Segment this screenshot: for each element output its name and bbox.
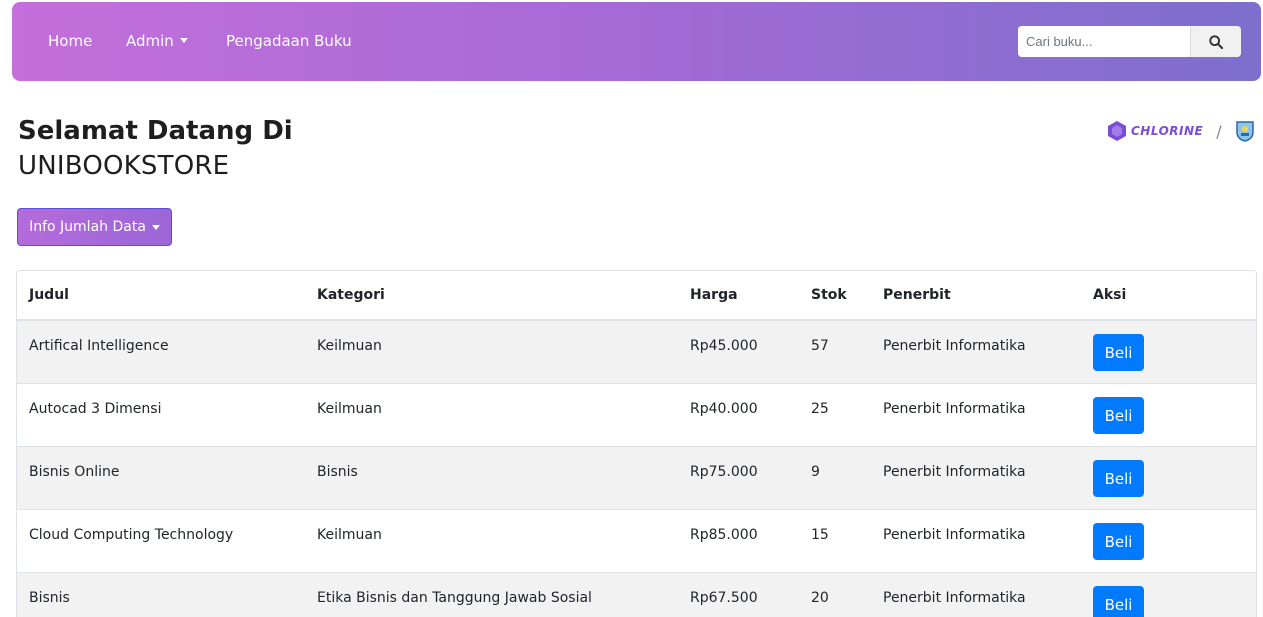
caret-down-icon xyxy=(151,224,160,230)
page-subtitle: UNIBOOKSTORE xyxy=(18,151,230,181)
cell-penerbit: Penerbit Informatika xyxy=(883,527,1026,543)
university-emblem-icon xyxy=(1235,121,1254,142)
search-form xyxy=(1018,26,1241,57)
caret-down-icon xyxy=(179,38,188,43)
beli-button[interactable]: Beli xyxy=(1093,460,1144,497)
page-title: Selamat Datang Di xyxy=(18,116,293,146)
nav-admin-dropdown[interactable]: Admin xyxy=(126,32,188,50)
cell-judul: Cloud Computing Technology xyxy=(29,527,234,543)
table-row: Bisnis Etika Bisnis dan Tanggung Jawab S… xyxy=(17,573,1256,617)
search-input[interactable] xyxy=(1018,26,1190,57)
cell-harga: Rp75.000 xyxy=(690,464,758,480)
cell-stok: 20 xyxy=(811,590,829,606)
table-row: Autocad 3 Dimensi Keilmuan Rp40.000 25 P… xyxy=(17,384,1256,447)
cell-penerbit: Penerbit Informatika xyxy=(883,338,1026,354)
cell-kategori: Keilmuan xyxy=(317,527,382,543)
search-button[interactable] xyxy=(1190,26,1241,57)
cell-kategori: Bisnis xyxy=(317,464,358,480)
nav-admin-label: Admin xyxy=(126,32,174,50)
column-header-kategori: Kategori xyxy=(317,287,385,303)
beli-button[interactable]: Beli xyxy=(1093,523,1144,560)
top-navbar: Home Admin Pengadaan Buku xyxy=(12,2,1261,81)
chlorine-logo-icon xyxy=(1108,121,1126,141)
brand-logos: CHLORINE / xyxy=(1107,120,1255,142)
beli-button[interactable]: Beli xyxy=(1093,397,1144,434)
cell-judul: Artifical Intelligence xyxy=(29,338,169,354)
books-table: Judul Kategori Harga Stok Penerbit Aksi … xyxy=(16,270,1257,617)
cell-penerbit: Penerbit Informatika xyxy=(883,464,1026,480)
cell-penerbit: Penerbit Informatika xyxy=(883,401,1026,417)
table-row: Cloud Computing Technology Keilmuan Rp85… xyxy=(17,510,1256,573)
beli-button[interactable]: Beli xyxy=(1093,586,1144,617)
column-header-harga: Harga xyxy=(690,287,738,303)
info-jumlah-data-dropdown[interactable]: Info Jumlah Data xyxy=(17,208,172,246)
column-header-stok: Stok xyxy=(811,287,847,303)
nav-home[interactable]: Home xyxy=(48,32,92,50)
column-header-aksi: Aksi xyxy=(1093,287,1127,303)
cell-harga: Rp40.000 xyxy=(690,401,758,417)
search-icon xyxy=(1209,34,1223,49)
cell-judul: Bisnis Online xyxy=(29,464,120,480)
cell-judul: Bisnis xyxy=(29,590,70,606)
cell-stok: 9 xyxy=(811,464,820,480)
cell-kategori: Keilmuan xyxy=(317,338,382,354)
cell-kategori: Etika Bisnis dan Tanggung Jawab Sosial xyxy=(317,590,592,606)
chlorine-logo-text: CHLORINE xyxy=(1131,124,1204,138)
logo-separator: / xyxy=(1216,121,1222,141)
cell-harga: Rp45.000 xyxy=(690,338,758,354)
info-jumlah-data-label: Info Jumlah Data xyxy=(29,219,146,235)
cell-harga: Rp67.500 xyxy=(690,590,758,606)
cell-penerbit: Penerbit Informatika xyxy=(883,590,1026,606)
cell-stok: 15 xyxy=(811,527,829,543)
cell-judul: Autocad 3 Dimensi xyxy=(29,401,162,417)
beli-button[interactable]: Beli xyxy=(1093,334,1144,371)
cell-stok: 57 xyxy=(811,338,829,354)
cell-stok: 25 xyxy=(811,401,829,417)
table-row: Bisnis Online Bisnis Rp75.000 9 Penerbit… xyxy=(17,447,1256,510)
cell-kategori: Keilmuan xyxy=(317,401,382,417)
cell-harga: Rp85.000 xyxy=(690,527,758,543)
column-header-judul: Judul xyxy=(29,287,69,303)
column-header-penerbit: Penerbit xyxy=(883,287,951,303)
table-header: Judul Kategori Harga Stok Penerbit Aksi xyxy=(17,271,1256,321)
table-row: Artifical Intelligence Keilmuan Rp45.000… xyxy=(17,321,1256,384)
nav-pengadaan-buku[interactable]: Pengadaan Buku xyxy=(226,32,352,50)
